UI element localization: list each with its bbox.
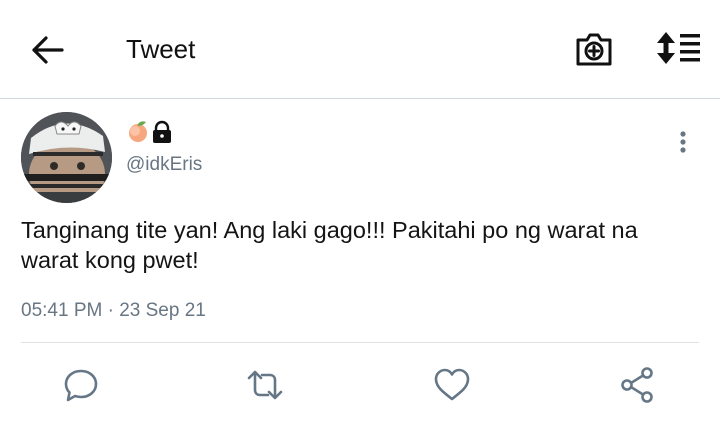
like-icon[interactable] [433,366,471,404]
meta-separator: · [107,300,114,321]
tweet-date: 23 Sep 21 [119,300,206,321]
display-name-emojis [126,120,182,144]
tweet-timestamp: 05:41 PM · 23 Sep 21 [21,300,206,322]
peach-emoji [129,121,147,142]
reply-icon[interactable] [62,366,100,404]
tweet-time: 05:41 PM [21,300,103,321]
divider [21,342,699,343]
more-options-icon[interactable] [672,130,694,156]
top-app-bar: Tweet [0,0,720,99]
page-title: Tweet [126,34,196,64]
share-icon[interactable] [619,366,657,404]
retweet-icon[interactable] [246,366,284,404]
camera-plus-icon[interactable] [574,30,614,68]
avatar[interactable] [21,112,112,203]
sort-list-icon[interactable] [654,30,702,66]
lock-icon [153,120,171,143]
user-handle[interactable]: @idkEris [126,154,202,176]
back-arrow-icon[interactable] [30,33,66,67]
tweet-text: Tanginang tite yan! Ang laki gago!!! Pak… [21,217,638,273]
